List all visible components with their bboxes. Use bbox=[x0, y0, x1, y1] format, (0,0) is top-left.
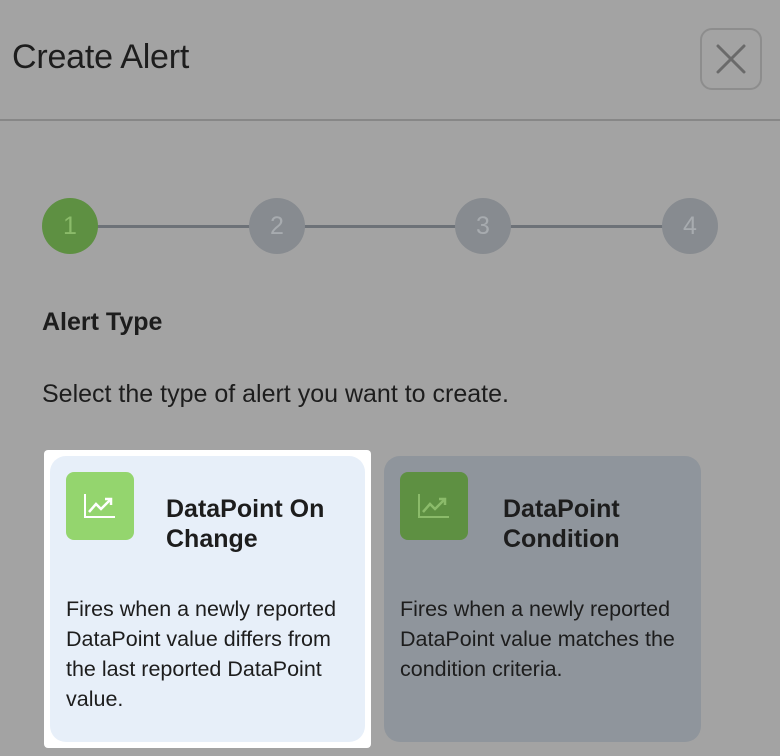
section-title: Alert Type bbox=[42, 308, 163, 336]
option-title: DataPoint Condition bbox=[503, 495, 620, 553]
line-chart-icon bbox=[400, 472, 468, 540]
step-4: 4 bbox=[662, 198, 718, 254]
option-title: DataPoint On Change bbox=[166, 495, 325, 553]
option-description: Fires when a newly reported DataPoint va… bbox=[400, 597, 675, 681]
step-3: 3 bbox=[455, 198, 511, 254]
step-connector bbox=[506, 225, 672, 228]
section-description: Select the type of alert you want to cre… bbox=[42, 380, 509, 408]
step-1: 1 bbox=[42, 198, 98, 254]
step-connector bbox=[90, 225, 260, 228]
option-card-datapoint-on-change[interactable]: DataPoint On Change Fires when a newly r… bbox=[44, 450, 371, 748]
step-connector bbox=[300, 225, 466, 228]
dialog-title: Create Alert bbox=[12, 38, 190, 76]
close-button[interactable] bbox=[700, 28, 762, 90]
line-chart-icon bbox=[66, 472, 134, 540]
option-card-datapoint-condition[interactable]: DataPoint Condition Fires when a newly r… bbox=[384, 456, 701, 742]
close-icon bbox=[716, 44, 746, 74]
dialog-header: Create Alert bbox=[0, 0, 780, 121]
stepper: 1 2 3 4 bbox=[0, 198, 780, 254]
option-description: Fires when a newly reported DataPoint va… bbox=[66, 597, 337, 711]
step-2: 2 bbox=[249, 198, 305, 254]
